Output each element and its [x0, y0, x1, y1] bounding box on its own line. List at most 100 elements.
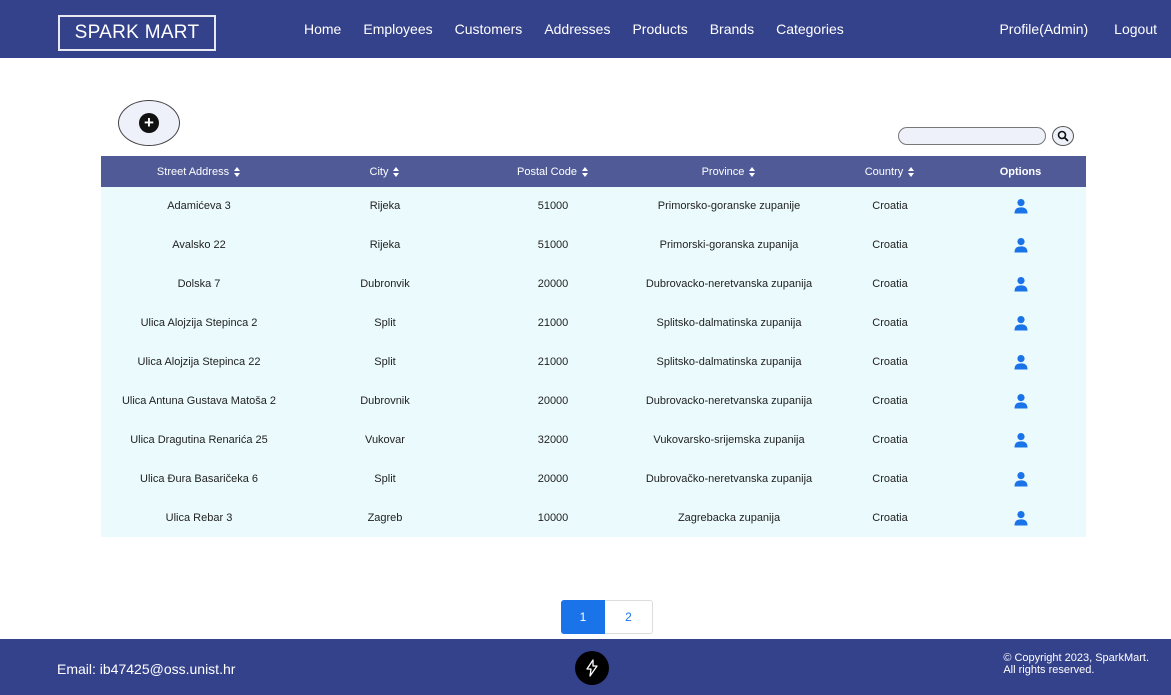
cell-street-address: Ulica Đura Basaričeka 6: [140, 472, 258, 485]
nav-products[interactable]: Products: [632, 21, 687, 37]
user-icon[interactable]: [1013, 237, 1029, 253]
header-options: Options: [999, 165, 1042, 178]
cell-city: Split: [374, 356, 396, 368]
lightning-logo-icon: [575, 651, 609, 685]
search-icon: [1057, 130, 1069, 142]
nav-links: Home Employees Customers Addresses Produ…: [304, 0, 844, 58]
brand-logo[interactable]: SPARK MART: [58, 15, 216, 51]
nav-logout[interactable]: Logout: [1114, 21, 1157, 37]
cell-province: Dubrovacko-neretvanska zupanija: [645, 394, 813, 407]
cell-street-address: Avalsko 22: [172, 239, 226, 252]
cell-street-address: Ulica Dragutina Renarića 25: [130, 433, 268, 446]
user-icon[interactable]: [1013, 315, 1029, 331]
user-icon[interactable]: [1013, 276, 1029, 292]
cell-province: Dubrovacko-neretvanska zupanija: [645, 278, 813, 291]
cell-options: [955, 510, 1086, 526]
add-address-button[interactable]: +: [118, 100, 180, 146]
header-postal-code[interactable]: Postal Code: [473, 165, 633, 179]
cell-options: [955, 432, 1086, 448]
cell-country: Croatia: [872, 511, 908, 524]
search-button[interactable]: [1052, 126, 1074, 146]
cell-city: Rijeka: [369, 200, 401, 213]
cell-postal-code: 20000: [537, 278, 569, 291]
cell-street-address: Ulica Alojzija Stepinca 2: [140, 317, 258, 330]
cell-city: Split: [374, 317, 396, 330]
table-row: Ulica Alojzija Stepinca 22 Split 21000 Spli…: [101, 343, 1086, 382]
cell-postal-code: 10000: [537, 511, 569, 524]
nav-addresses[interactable]: Addresses: [544, 21, 610, 37]
cell-postal-code: 20000: [537, 394, 569, 407]
cell-country: Croatia: [872, 472, 908, 485]
nav-employees[interactable]: Employees: [363, 21, 432, 37]
cell-street-address: Ulica Antuna Gustava Matoša 2: [121, 394, 277, 407]
cell-city: Rijeka: [369, 239, 401, 252]
table-body: Adamićeva 3 Rijeka 51000 Primorsko-goranske…: [101, 187, 1086, 538]
cell-city: Dubronvik: [360, 278, 410, 291]
lightning-icon: [586, 659, 598, 677]
plus-circle-icon: +: [139, 113, 159, 133]
user-icon[interactable]: [1013, 432, 1029, 448]
cell-options: [955, 393, 1086, 409]
search-input[interactable]: [898, 127, 1046, 145]
cell-options: [955, 237, 1086, 253]
cell-options: [955, 315, 1086, 331]
cell-street-address: Ulica Alojzija Stepinca 22: [137, 356, 261, 368]
cell-postal-code: 32000: [537, 433, 569, 446]
cell-province: Primorski-goranska zupanija: [659, 239, 799, 252]
table-row: Ulica Rebar 3 Zagreb 10000 Zagrebacka zupan…: [101, 498, 1086, 537]
nav-profile[interactable]: Profile(Admin): [999, 21, 1088, 37]
cell-city: Split: [374, 472, 396, 485]
cell-province: Splitsko-dalmatinska zupanija: [656, 317, 802, 330]
header-city[interactable]: City: [297, 165, 473, 179]
table-row: Ulica Dragutina Renarića 25 Vukovar 32000 V…: [101, 420, 1086, 459]
cell-postal-code: 51000: [537, 200, 569, 213]
table-row: Avalsko 22 Rijeka 51000 Primorski-goranska …: [101, 226, 1086, 265]
sort-icon: [234, 166, 241, 177]
user-icon[interactable]: [1013, 354, 1029, 370]
footer: Email: ib47425@oss.unist.hr © Copyright …: [0, 639, 1171, 695]
cell-country: Croatia: [872, 200, 908, 213]
nav-home[interactable]: Home: [304, 21, 341, 37]
sort-icon: [581, 166, 589, 177]
cell-province: Splitsko-dalmatinska zupanija: [656, 356, 802, 368]
cell-street-address: Ulica Rebar 3: [165, 511, 233, 524]
nav-categories[interactable]: Categories: [776, 21, 844, 37]
table-row: Ulica Antuna Gustava Matoša 2 Dubrovnik 20…: [101, 381, 1086, 420]
user-icon[interactable]: [1013, 510, 1029, 526]
cell-province: Vukovarsko-srijemska zupanija: [653, 433, 805, 446]
cell-country: Croatia: [872, 394, 908, 407]
table-header: Street Address City Postal Code Province…: [101, 156, 1086, 187]
user-icon[interactable]: [1013, 393, 1029, 409]
table-row: Ulica Alojzija Stepinca 2 Split 21000 Split…: [101, 304, 1086, 343]
nav-brands[interactable]: Brands: [710, 21, 754, 37]
navbar: SPARK MART Home Employees Customers Addr…: [0, 0, 1171, 58]
cell-postal-code: 20000: [537, 472, 569, 485]
cell-options: [955, 276, 1086, 292]
header-street-address[interactable]: Street Address: [101, 165, 297, 179]
table-row: Ulica Đura Basaričeka 6 Split 20000 Dubrova…: [101, 459, 1086, 498]
addresses-table: Street Address City Postal Code Province…: [101, 156, 1086, 538]
header-province[interactable]: Province: [633, 165, 825, 179]
cell-street-address: Dolska 7: [177, 278, 221, 291]
cell-street-address: Adamićeva 3: [167, 200, 231, 213]
cell-options: [955, 354, 1086, 370]
user-icon[interactable]: [1013, 471, 1029, 487]
cell-city: Zagreb: [367, 511, 403, 524]
cell-province: Zagrebacka zupanija: [677, 511, 781, 524]
footer-email: Email: ib47425@oss.unist.hr: [57, 661, 236, 677]
nav-customers[interactable]: Customers: [455, 21, 523, 37]
cell-city: Vukovar: [365, 433, 405, 446]
table-row: Dolska 7 Dubronvik 20000 Dubrovacko-neretva…: [101, 265, 1086, 304]
sort-icon: [393, 166, 400, 177]
nav-right: Profile(Admin) Logout: [999, 0, 1157, 58]
search-bar: [898, 126, 1074, 146]
cell-city: Dubrovnik: [360, 394, 410, 407]
user-icon[interactable]: [1013, 198, 1029, 214]
header-country[interactable]: Country: [825, 165, 955, 179]
sort-icon: [908, 166, 915, 177]
page-2-button[interactable]: 2: [605, 600, 653, 634]
cell-country: Croatia: [872, 356, 908, 368]
page-1-button[interactable]: 1: [561, 600, 605, 634]
cell-province: Primorsko-goranske zupanije: [657, 200, 801, 213]
cell-country: Croatia: [872, 317, 908, 330]
